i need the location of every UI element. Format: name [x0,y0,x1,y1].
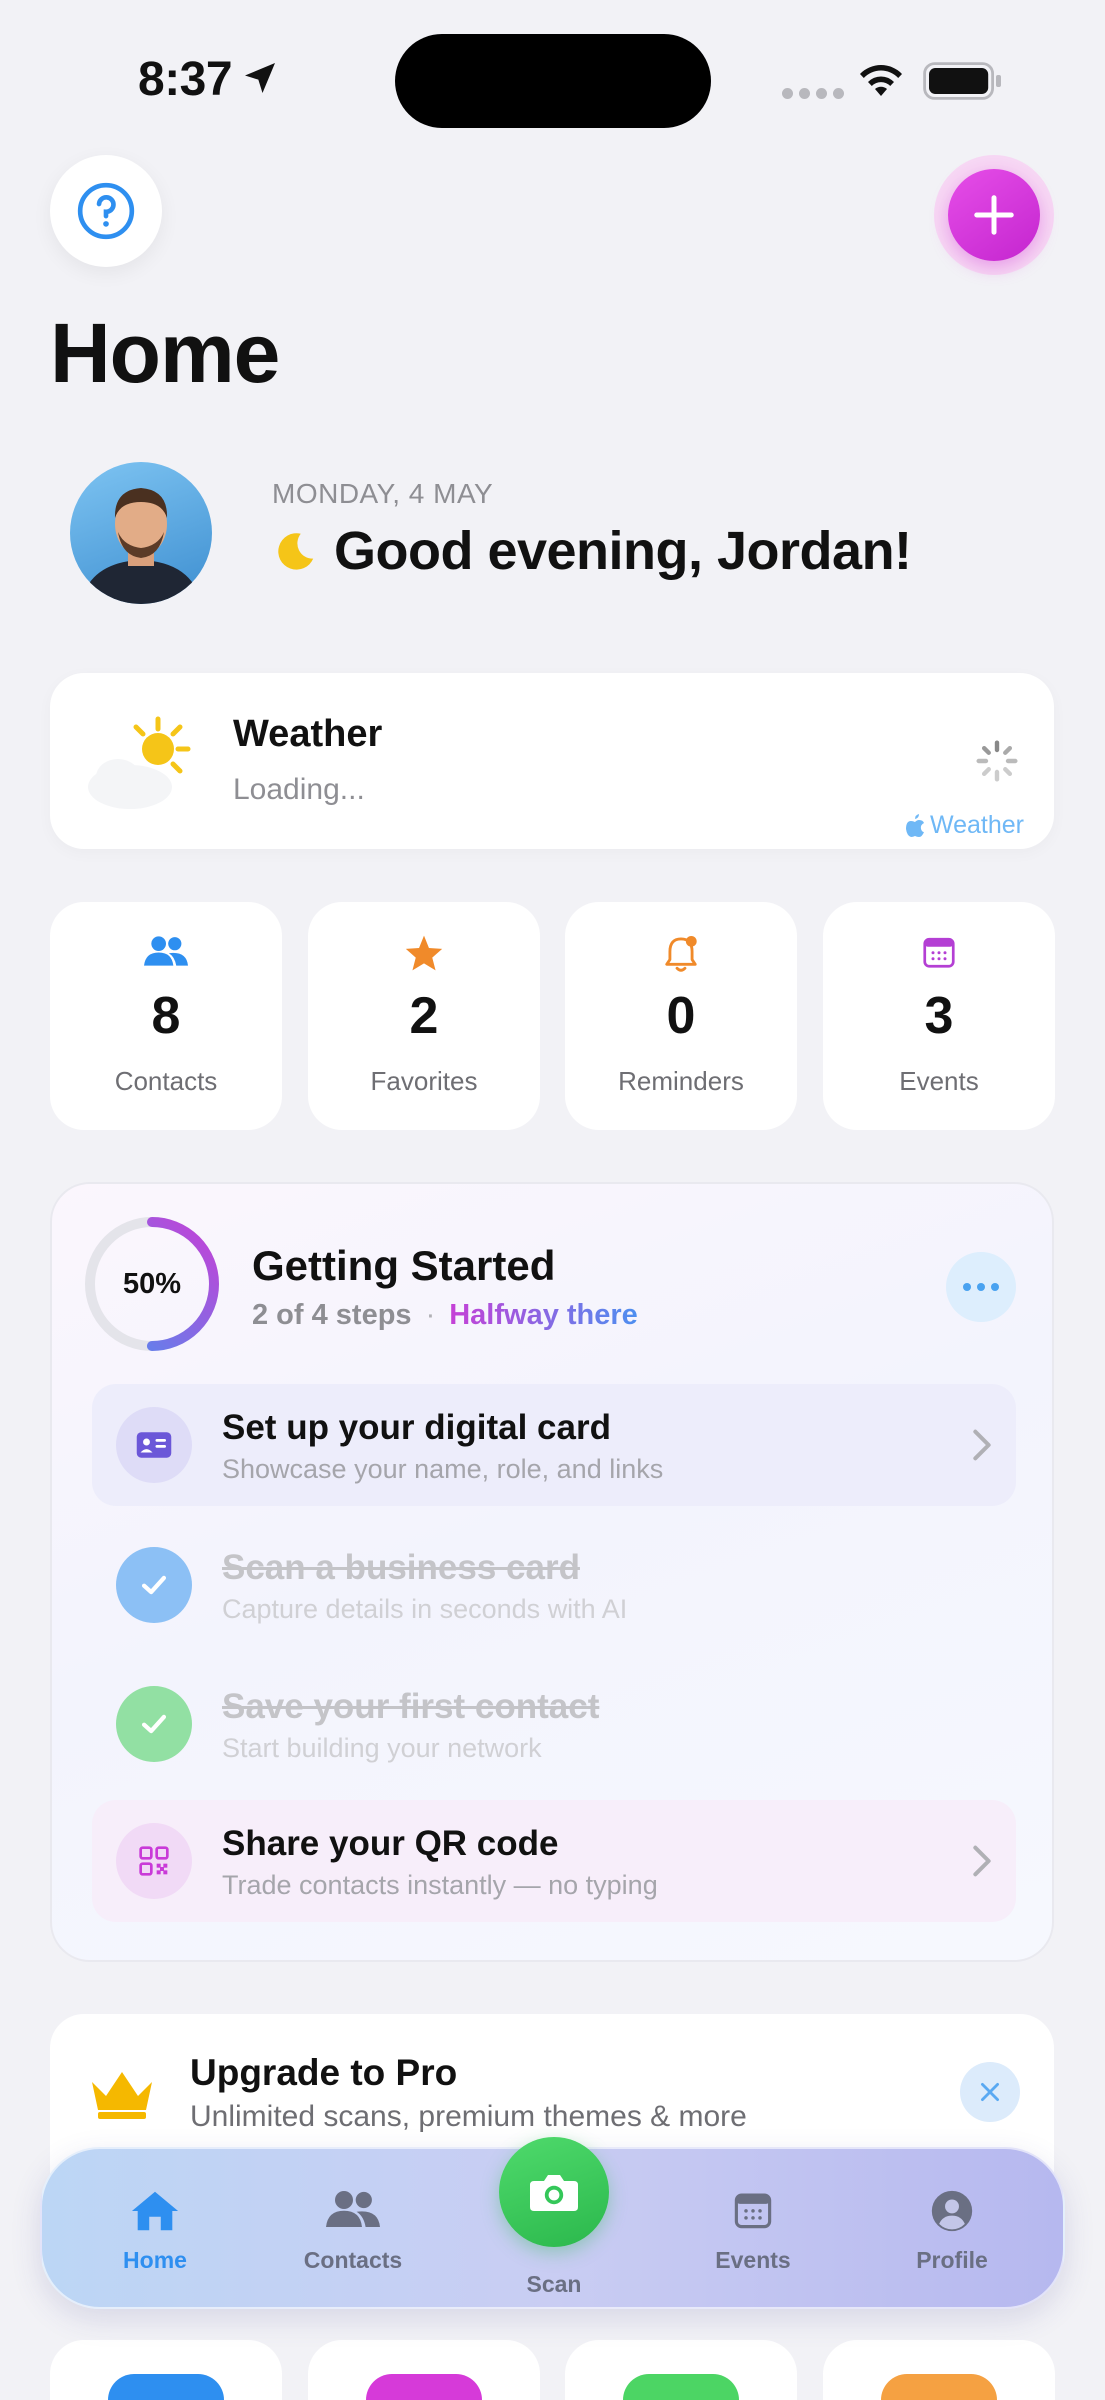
stat-value: 8 [151,987,181,1045]
help-button[interactable] [50,155,162,267]
location-arrow-icon [245,63,275,93]
greeting-message: Good evening, Jordan! [334,521,912,581]
quick-action-tile[interactable] [565,2340,797,2400]
tab-label: Home [123,2247,187,2273]
getting-started-title: Getting Started [252,1242,556,1289]
apple-logo-icon [905,813,924,837]
people-icon [144,936,188,966]
person-circle-icon [931,2190,973,2232]
partly-cloudy-icon [88,716,191,809]
quick-action-tile[interactable] [50,2340,282,2400]
plus-icon [974,195,1014,235]
user-photo [80,488,202,604]
tab-profile[interactable]: Profile [877,2189,1027,2274]
calendar-icon [923,937,955,968]
scan-button[interactable] [499,2137,609,2247]
tab-events[interactable]: Events [678,2189,828,2274]
tab-contacts[interactable]: Contacts [278,2189,428,2274]
calendar-icon [734,2193,772,2229]
task-save-contact[interactable]: Save your first contact Start building y… [92,1663,1016,1785]
stat-contacts[interactable]: 8 Contacts [50,902,282,1130]
chevron-right-icon [973,1429,991,1461]
separator: · [425,1299,436,1331]
weather-attribution[interactable]: Weather [904,811,1024,840]
status-time: 8:37 [138,53,233,106]
steps-count: 2 of 4 steps [252,1299,412,1331]
task-setup-card[interactable]: Set up your digital card Showcase your n… [92,1384,1016,1506]
tab-label: Scan [526,2271,582,2297]
stat-value: 3 [924,987,954,1045]
progress-percent: 50% [122,1267,182,1300]
crown-icon [92,2072,152,2119]
stat-value: 2 [409,987,439,1045]
task-subtitle: Showcase your name, role, and links [222,1454,664,1484]
camera-icon [530,2175,578,2211]
star-icon [405,935,443,971]
battery-icon [923,62,1001,100]
checkmark-icon [141,1575,167,1595]
progress-status: Halfway there [449,1299,638,1331]
stat-label: Contacts [114,1066,218,1096]
question-circle-icon [77,182,135,240]
qr-code-icon [139,1846,169,1876]
stat-reminders[interactable]: 0 Reminders [565,902,797,1130]
checkmark-icon [141,1714,167,1734]
tab-label: Events [715,2247,791,2273]
loading-spinner-icon [976,740,1018,782]
getting-started-card: 50% Getting Started 2 of 4 steps · Halfw… [50,1182,1054,1962]
weather-status: Loading... [233,773,365,806]
wifi-icon [860,65,902,96]
stat-label: Events [899,1066,979,1096]
stat-favorites[interactable]: 2 Favorites [308,902,540,1130]
quick-action-tile[interactable] [308,2340,540,2400]
weather-title: Weather [233,713,383,755]
tab-label: Contacts [303,2247,403,2273]
stat-label: Favorites [370,1066,478,1096]
add-button[interactable] [934,155,1054,275]
task-title: Scan a business card [222,1548,580,1587]
task-share-qr[interactable]: Share your QR code Trade contacts instan… [92,1800,1016,1922]
close-icon [981,2083,999,2101]
id-card-icon [136,1432,172,1458]
more-options-button[interactable] [946,1252,1016,1322]
upgrade-title: Upgrade to Pro [190,2052,458,2093]
task-subtitle: Start building your network [222,1733,542,1763]
dismiss-button[interactable] [960,2062,1020,2122]
weather-card[interactable]: Weather Loading... Weather [50,673,1054,849]
quick-action-tile[interactable] [823,2340,1055,2400]
stat-events[interactable]: 3 Events [823,902,1055,1130]
task-title: Set up your digital card [222,1408,611,1447]
task-title: Save your first contact [222,1687,600,1726]
tab-label: Profile [916,2247,988,2273]
cellular-signal-icon [782,88,844,99]
house-icon [131,2191,179,2231]
status-bar: 8:37 [0,0,1105,150]
dynamic-island [395,34,711,128]
stat-value: 0 [666,987,696,1045]
task-subtitle: Capture details in seconds with AI [222,1594,628,1624]
avatar[interactable] [70,462,212,604]
task-title: Share your QR code [222,1824,559,1863]
stat-label: Reminders [618,1066,744,1096]
tab-bar: Home Contacts Scan Events Profile [40,2137,1065,2309]
moon-icon [278,533,314,570]
task-scan-card[interactable]: Scan a business card Capture details in … [92,1524,1016,1646]
weather-brand-label: Weather [929,811,1024,839]
upgrade-subtitle: Unlimited scans, premium themes & more [190,2100,747,2133]
people-icon [326,2191,380,2227]
page-title: Home [50,306,280,400]
greeting-date: MONDAY, 4 MAY [272,478,494,509]
task-subtitle: Trade contacts instantly — no typing [222,1870,658,1900]
tab-home[interactable]: Home [80,2189,230,2274]
chevron-right-icon [973,1845,991,1877]
bell-icon [665,935,697,972]
